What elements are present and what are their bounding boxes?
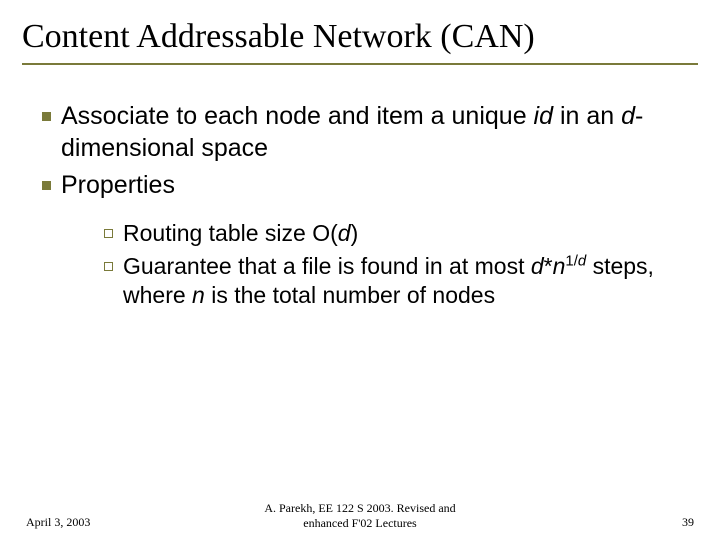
text-fragment: enhanced F'02 Lectures [303, 516, 416, 530]
sub-bullet-text: Routing table size O(d) [123, 219, 688, 248]
bullet-text: Properties [61, 170, 688, 201]
square-bullet-icon [42, 112, 51, 121]
slide: Content Addressable Network (CAN) Associ… [0, 0, 720, 540]
bullet-text: Associate to each node and item a unique… [61, 101, 688, 164]
text-fragment: * [544, 253, 553, 279]
italic-text: d [338, 220, 351, 246]
slide-title: Content Addressable Network (CAN) [22, 18, 698, 61]
text-fragment: 1/ [565, 252, 577, 269]
text-fragment: Guarantee that a file is found in at mos… [123, 253, 531, 279]
open-square-bullet-icon [104, 229, 113, 238]
italic-text: d [531, 253, 544, 279]
footer-page-number: 39 [682, 515, 694, 530]
sub-bullet-item: Routing table size O(d) [104, 219, 688, 248]
slide-body: Associate to each node and item a unique… [22, 101, 698, 309]
text-fragment: is the total number of nodes [205, 282, 495, 308]
square-bullet-icon [42, 181, 51, 190]
text-fragment: ) [351, 220, 359, 246]
sub-bullet-item: Guarantee that a file is found in at mos… [104, 252, 688, 310]
italic-text: d [578, 252, 586, 269]
italic-text: d [621, 102, 635, 130]
footer-date: April 3, 2003 [26, 515, 90, 530]
italic-text: id [534, 102, 553, 130]
bullet-item: Associate to each node and item a unique… [42, 101, 688, 164]
footer-attribution: A. Parekh, EE 122 S 2003. Revised and en… [210, 501, 510, 530]
text-fragment: A. Parekh, EE 122 S 2003. Revised and [264, 501, 455, 515]
open-square-bullet-icon [104, 262, 113, 271]
italic-text: n [553, 253, 566, 279]
sub-bullet-text: Guarantee that a file is found in at mos… [123, 252, 688, 310]
text-fragment: Associate to each node and item a unique [61, 102, 534, 130]
superscript: 1/d [565, 252, 586, 269]
title-underline [22, 63, 698, 65]
slide-footer: April 3, 2003 A. Parekh, EE 122 S 2003. … [0, 515, 720, 530]
text-fragment: Routing table size O( [123, 220, 338, 246]
italic-text: n [192, 282, 205, 308]
text-fragment: in an [553, 102, 621, 130]
bullet-item: Properties [42, 170, 688, 201]
sub-bullet-list: Routing table size O(d) Guarantee that a… [42, 219, 688, 309]
